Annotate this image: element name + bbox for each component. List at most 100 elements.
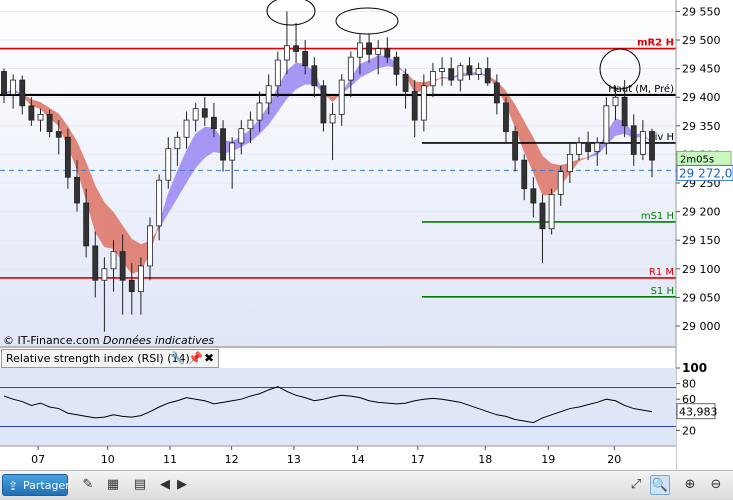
candle-down	[46, 113, 53, 132]
candle-up	[274, 59, 281, 87]
x-tick-label: 20	[607, 453, 621, 466]
rsi-panel-background	[0, 368, 676, 446]
candle-down	[302, 51, 309, 67]
rsi-tick-label: 100	[682, 361, 707, 375]
price-tick-label: 29 000	[682, 320, 721, 333]
candle-down	[466, 65, 473, 75]
candle-up	[137, 265, 144, 293]
x-tick-label: 11	[163, 453, 177, 466]
price-tick-label: 29 050	[682, 291, 721, 304]
zoom-in-icon[interactable]: ⊕	[680, 475, 700, 495]
countdown-label: 2m05s	[680, 154, 714, 165]
wrench-icon[interactable]: 🔧	[170, 351, 185, 366]
candle-up	[147, 225, 153, 267]
candle-up	[439, 68, 445, 72]
candle-down	[128, 279, 135, 293]
zoom-out-icon[interactable]: ⊖	[706, 475, 726, 495]
candle-up	[603, 105, 610, 144]
level-label: R1 M	[649, 267, 674, 278]
drawing-icon[interactable]: ✎	[78, 475, 98, 495]
candle-down	[539, 202, 546, 230]
candle-up	[192, 108, 199, 121]
candle-down	[512, 131, 519, 161]
candle-down	[448, 68, 455, 81]
candle-up	[229, 142, 236, 161]
rsi-panel-header: Relative strength index (RSI) (14) 🔧 📌 ✖	[1, 349, 219, 368]
candle-down	[320, 85, 327, 124]
x-tick-label: 19	[541, 453, 555, 466]
candle-up	[174, 136, 181, 150]
rsi-current-label: 43,983	[679, 406, 718, 419]
price-tick-label: 29 350	[682, 120, 721, 133]
scroll-right-icon[interactable]: ▶	[172, 475, 192, 495]
candle-down	[211, 116, 217, 130]
candle-down	[503, 102, 509, 132]
price-tick-label: 29 150	[682, 234, 721, 247]
candle-down	[384, 48, 391, 58]
zoom-icon[interactable]: 🔍	[650, 475, 670, 495]
rsi-title: Relative strength index (RSI) (14)	[6, 352, 190, 365]
candle-down	[493, 82, 500, 104]
share-icon: ⇪	[8, 479, 19, 493]
grid-icon[interactable]: ▦	[103, 475, 123, 495]
candle-up	[329, 113, 336, 124]
candle-down	[74, 176, 80, 204]
bottom-toolbar: ⇪ Partager ✎ ▦ ▤ ◀ ▶ ⤢ 🔍 ⊕ ⊖	[0, 470, 733, 500]
candle-down	[402, 73, 409, 92]
candle-up	[612, 96, 619, 107]
candle-up	[557, 171, 564, 195]
candle-down	[530, 188, 537, 204]
price-tick-label: 29 550	[682, 5, 721, 18]
rsi-tick-label: 20	[682, 424, 696, 437]
candle-up	[284, 45, 290, 61]
candle-up	[347, 56, 354, 81]
candle-up	[238, 128, 245, 144]
x-tick-label: 13	[287, 453, 301, 466]
candle-down	[28, 105, 35, 121]
candle-up	[256, 102, 263, 121]
candle-up	[420, 85, 427, 121]
candle-down	[55, 131, 62, 138]
x-tick-label: 18	[478, 453, 492, 466]
share-label: Partager	[23, 479, 70, 492]
candle-down	[585, 142, 592, 152]
candle-down	[393, 56, 400, 75]
candle-up	[357, 42, 363, 58]
price-tick-label: 29 500	[682, 34, 721, 47]
candle-up	[165, 148, 172, 181]
level-label: S1 H	[651, 286, 674, 297]
pin-icon[interactable]: 📌	[188, 351, 203, 366]
copyright-text: © IT-Finance.com Données indicatives	[3, 334, 215, 347]
candle-down	[630, 125, 637, 155]
candle-down	[311, 65, 318, 87]
ribbon-bullish	[295, 62, 306, 90]
candle-up	[430, 71, 436, 87]
candle-up	[183, 119, 190, 138]
chart-svg[interactable]: mR2 HHaut (M, Pré)Piv HmS1 HR1 MS1 H29 5…	[0, 0, 733, 499]
price-tick-label: 29 200	[682, 206, 721, 219]
candle-up	[37, 113, 44, 121]
candle-down	[484, 68, 491, 84]
candle-up	[457, 65, 464, 81]
rsi-tick-label: 80	[682, 378, 696, 391]
main-panel-background	[0, 0, 676, 346]
level-label: mS1 H	[641, 211, 674, 222]
candle-up	[10, 79, 17, 95]
candle-down	[92, 245, 99, 281]
candle-up	[101, 268, 108, 281]
candle-down	[649, 131, 655, 161]
candle-down	[293, 45, 299, 52]
candle-down	[366, 42, 372, 55]
candle-up	[475, 68, 482, 75]
price-tick-label: 29 100	[682, 263, 721, 276]
candle-up	[375, 48, 382, 55]
candle-down	[1, 71, 7, 95]
share-button[interactable]: ⇪ Partager	[2, 474, 70, 496]
x-tick-label: 07	[31, 453, 45, 466]
close-icon[interactable]: ✖	[204, 351, 214, 366]
x-tick-label: 14	[351, 453, 365, 466]
candle-down	[119, 251, 126, 281]
candle-up	[566, 154, 573, 172]
auto-scale-icon[interactable]: ⤢	[626, 475, 646, 495]
chart-type-icon[interactable]: ▤	[130, 475, 150, 495]
